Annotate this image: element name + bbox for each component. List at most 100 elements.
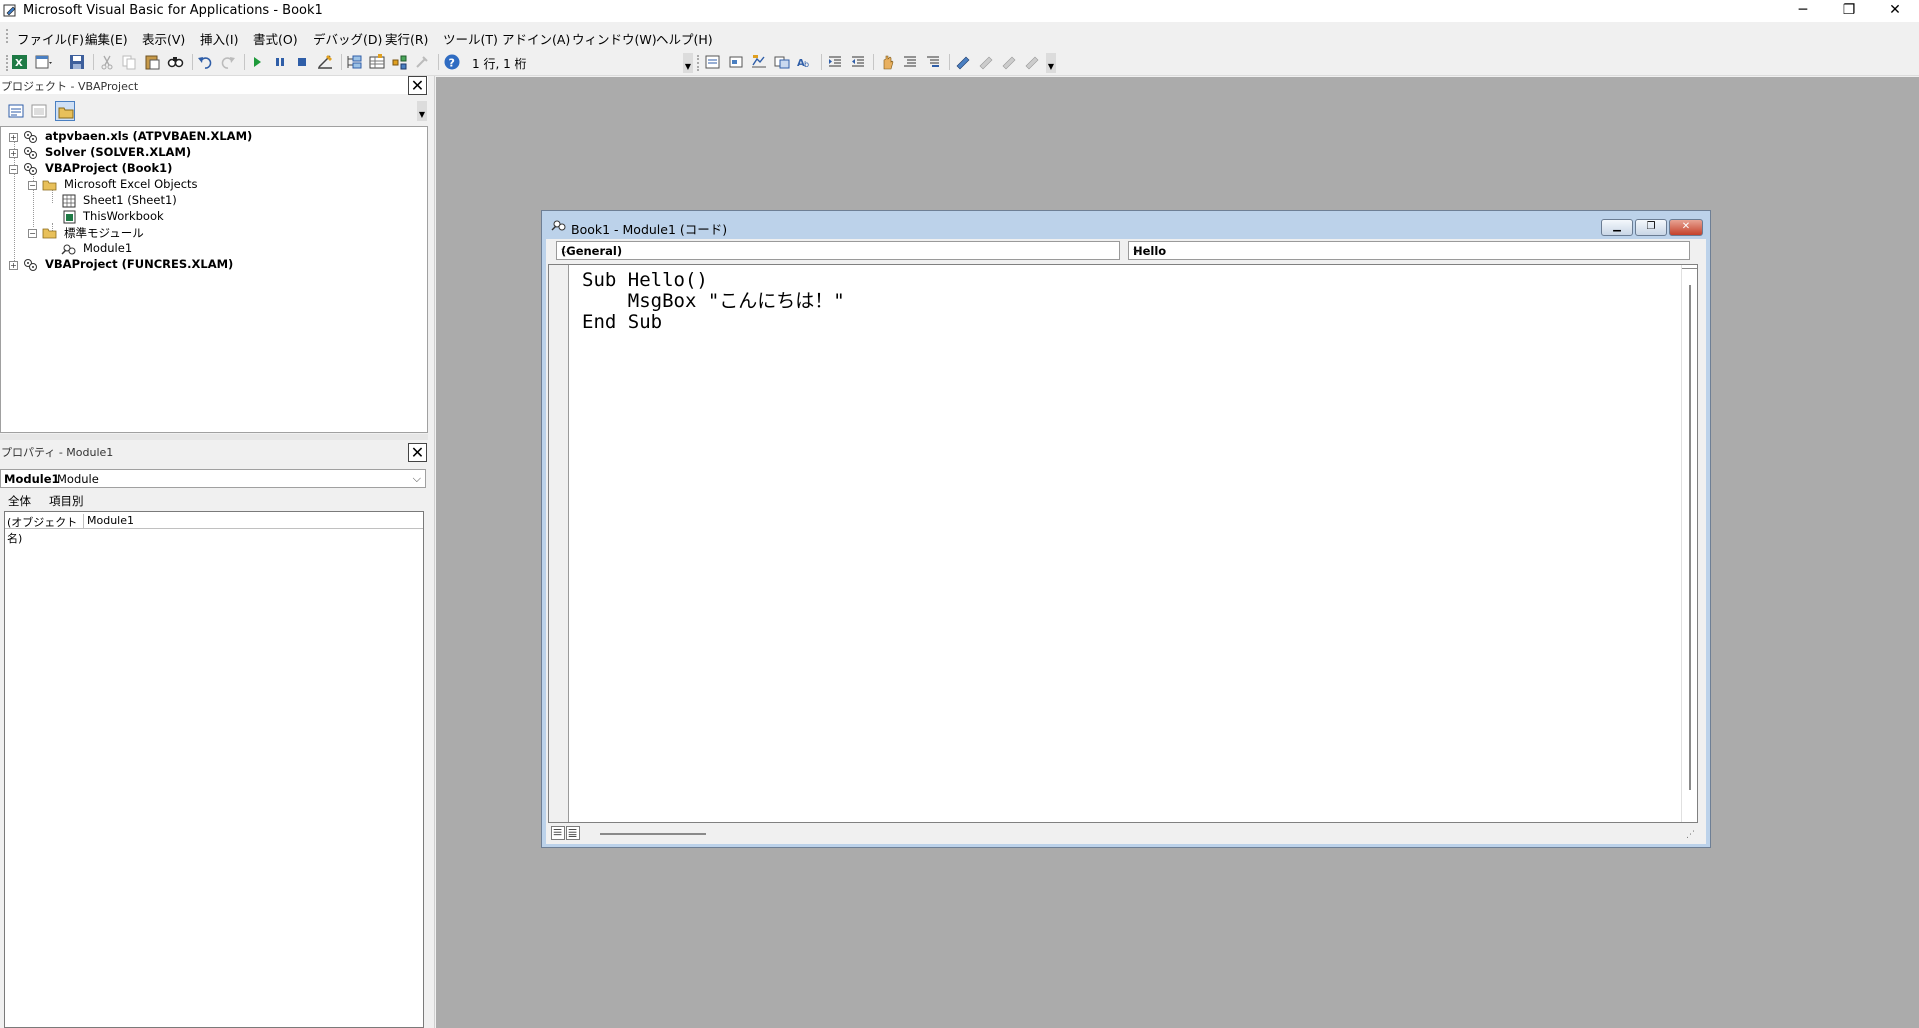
expand-icon[interactable]: + <box>9 149 18 158</box>
insert-userform-icon[interactable] <box>34 53 52 71</box>
save-icon[interactable] <box>68 53 86 71</box>
procedure-view-icon[interactable] <box>551 826 565 840</box>
collapse-icon[interactable]: − <box>28 181 37 190</box>
restore-button[interactable]: ❐ <box>1826 0 1872 22</box>
tree-item-module1[interactable]: Module1 <box>1 241 421 257</box>
chevron-down-icon[interactable]: ⌵ <box>1133 243 1686 257</box>
panel-splitter[interactable] <box>0 434 428 440</box>
redo-icon[interactable] <box>219 53 237 71</box>
chevron-down-icon[interactable]: ⌵ <box>413 472 421 486</box>
paste-icon[interactable] <box>143 53 161 71</box>
property-row[interactable]: (オブジェクト名) Module1 <box>5 513 423 545</box>
help-icon[interactable]: ? <box>443 53 461 71</box>
scrollbar-split-handle[interactable] <box>1682 265 1697 269</box>
margin-indicator-bar[interactable] <box>549 265 569 822</box>
properties-panel-close-icon[interactable]: ✕ <box>408 443 427 462</box>
object-browser-icon[interactable] <box>391 53 409 71</box>
uncomment-block-icon[interactable] <box>924 53 942 71</box>
project-toolbar-chevron[interactable]: ▼ <box>417 101 427 121</box>
menu-file[interactable]: ファイル(F) <box>17 29 84 48</box>
reset-icon[interactable] <box>293 53 311 71</box>
edit-toolbar-options-chevron[interactable]: ▼ <box>1046 53 1056 73</box>
toolbar-options-chevron[interactable]: ▼ <box>683 53 693 73</box>
menu-debug[interactable]: デバッグ(D) <box>313 29 382 48</box>
close-button[interactable]: ✕ <box>1872 0 1918 22</box>
code-window-titlebar[interactable]: Book1 - Module1 (コード) ▁ ❐ ✕ <box>542 211 1710 237</box>
vertical-scrollbar[interactable] <box>1681 265 1697 822</box>
tree-item-atpvbaen[interactable]: + atpvbaen.xls (ATPVBAEN.XLAM) <box>1 129 421 145</box>
dock-divider[interactable] <box>428 76 435 1028</box>
procedure-combo[interactable]: Hello ⌵ <box>1128 241 1690 260</box>
toolbox-icon[interactable] <box>413 53 431 71</box>
toggle-breakpoint-icon[interactable] <box>878 53 896 71</box>
toggle-folders-icon[interactable] <box>55 101 75 121</box>
property-value[interactable]: Module1 <box>87 514 134 527</box>
properties-window-icon[interactable] <box>368 53 386 71</box>
tree-item-vbaproject-book1[interactable]: − VBAProject (Book1) <box>1 161 421 177</box>
horizontal-scrollbar[interactable] <box>600 833 706 835</box>
cut-icon[interactable] <box>98 53 116 71</box>
menu-tools[interactable]: ツール(T) <box>443 29 498 48</box>
chevron-down-icon[interactable]: ⌵ <box>561 243 1116 257</box>
collapse-icon[interactable]: − <box>9 165 18 174</box>
minimize-button[interactable]: ─ <box>1780 0 1826 22</box>
menu-run[interactable]: 実行(R) <box>385 29 428 48</box>
run-icon[interactable] <box>248 53 266 71</box>
code-restore-button[interactable]: ❐ <box>1635 219 1667 236</box>
menu-grip[interactable] <box>6 29 8 43</box>
view-code-icon[interactable] <box>6 101 26 121</box>
menu-format[interactable]: 書式(O) <box>253 29 298 48</box>
code-line[interactable]: End Sub <box>582 312 845 333</box>
code-line[interactable]: MsgBox "こんにちは！" <box>582 291 845 312</box>
resize-grip-icon[interactable]: ⋰ <box>1686 830 1696 840</box>
code-minimize-button[interactable]: ▁ <box>1601 219 1633 236</box>
code-editor[interactable]: Sub Hello() MsgBox "こんにちは！" End Sub <box>548 264 1698 823</box>
design-mode-icon[interactable] <box>316 53 334 71</box>
scrollbar-thumb[interactable] <box>1689 285 1691 790</box>
tab-categorized[interactable]: 項目別 <box>49 493 84 509</box>
tree-item-thisworkbook[interactable]: ThisWorkbook <box>1 209 421 225</box>
edit-toolbar-grip[interactable] <box>697 55 699 71</box>
view-object-icon[interactable] <box>29 101 49 121</box>
indent-icon[interactable] <box>826 53 844 71</box>
list-properties-icon[interactable] <box>704 53 722 71</box>
object-select[interactable]: Module1 Module ⌵ <box>0 469 426 488</box>
project-panel-close-icon[interactable]: ✕ <box>408 76 427 95</box>
menu-insert[interactable]: 挿入(I) <box>200 29 238 48</box>
parameter-info-icon[interactable] <box>773 53 791 71</box>
previous-bookmark-icon[interactable] <box>1000 53 1018 71</box>
toolbar-grip[interactable] <box>6 55 8 71</box>
tree-item-sheet1[interactable]: Sheet1 (Sheet1) <box>1 193 421 209</box>
tree-item-funcres[interactable]: + VBAProject (FUNCRES.XLAM) <box>1 257 421 273</box>
code-line[interactable]: Sub Hello() <box>582 270 845 291</box>
view-excel-icon[interactable]: X <box>11 53 29 71</box>
copy-icon[interactable] <box>120 53 138 71</box>
complete-word-icon[interactable]: Ab <box>796 53 814 71</box>
code-text[interactable]: Sub Hello() MsgBox "こんにちは！" End Sub <box>582 270 845 333</box>
comment-block-icon[interactable] <box>901 53 919 71</box>
quick-info-icon[interactable] <box>750 53 768 71</box>
outdent-icon[interactable] <box>849 53 867 71</box>
expand-icon[interactable]: + <box>9 133 18 142</box>
expand-icon[interactable]: + <box>9 261 18 270</box>
tree-item-solver[interactable]: + Solver (SOLVER.XLAM) <box>1 145 421 161</box>
menu-help[interactable]: ヘルプ(H) <box>656 29 713 48</box>
project-explorer-icon[interactable] <box>345 53 363 71</box>
full-module-view-icon[interactable] <box>566 826 580 840</box>
collapse-icon[interactable]: − <box>28 229 37 238</box>
clear-bookmarks-icon[interactable] <box>1023 53 1041 71</box>
tab-alphabetic[interactable]: 全体 <box>8 493 31 509</box>
code-close-button[interactable]: ✕ <box>1669 219 1703 236</box>
tree-item-standard-modules[interactable]: − 標準モジュール <box>1 225 421 241</box>
next-bookmark-icon[interactable] <box>977 53 995 71</box>
menu-window[interactable]: ウィンドウ(W) <box>572 29 657 48</box>
list-constants-icon[interactable] <box>727 53 745 71</box>
undo-icon[interactable] <box>196 53 214 71</box>
object-combo[interactable]: (General) ⌵ <box>556 241 1120 260</box>
menu-addins[interactable]: アドイン(A) <box>502 29 570 48</box>
menu-edit[interactable]: 編集(E) <box>85 29 128 48</box>
tree-item-excel-objects[interactable]: − Microsoft Excel Objects <box>1 177 421 193</box>
toggle-bookmark-icon[interactable] <box>954 53 972 71</box>
find-icon[interactable] <box>166 53 184 71</box>
menu-view[interactable]: 表示(V) <box>142 29 185 48</box>
